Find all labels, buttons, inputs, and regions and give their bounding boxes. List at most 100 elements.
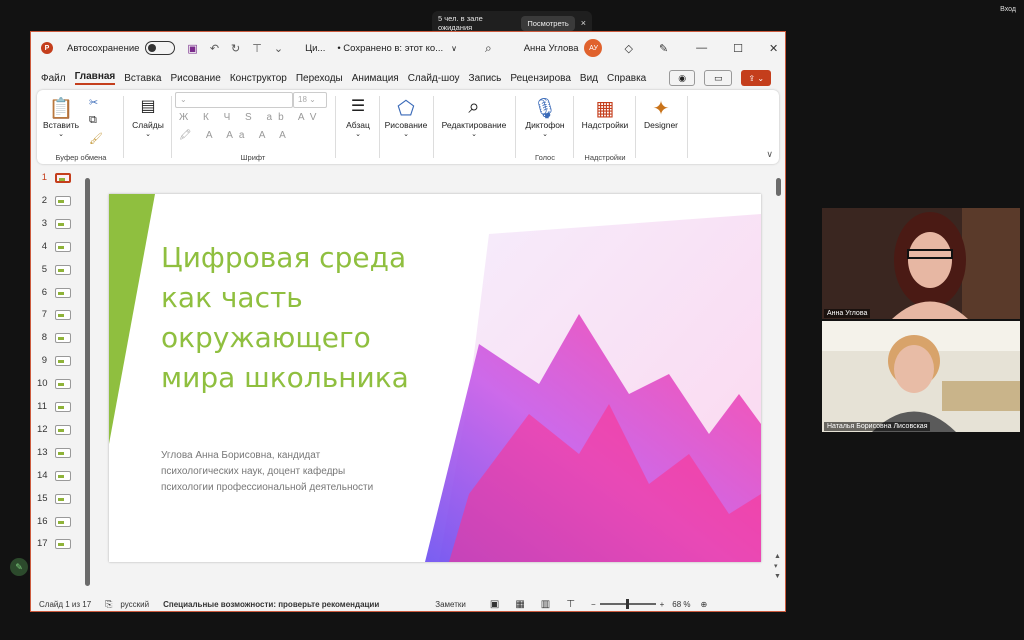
slide-thumbnail[interactable]: 11 <box>31 401 81 413</box>
slide-thumbnails-panel: 1 2 3 4 5 6 7 8 9 10 11 12 13 14 15 16 17 <box>31 172 93 582</box>
cut-icon[interactable]: ✂ <box>89 96 98 109</box>
tab-3[interactable]: Рисование <box>170 73 220 84</box>
slide-thumbnail[interactable]: 1 <box>31 172 81 184</box>
tab-5[interactable]: Переходы <box>296 73 343 84</box>
slide-thumbnail[interactable]: 4 <box>31 241 81 253</box>
slide-thumbnail[interactable]: 16 <box>31 516 81 528</box>
slide-thumbnail[interactable]: 9 <box>31 355 81 367</box>
drawing-button[interactable]: ⬠ Рисование ⌄ <box>381 96 431 138</box>
copy-icon[interactable]: ⧉ <box>89 114 97 127</box>
tab-1[interactable]: Главная <box>74 71 116 85</box>
close-window-icon[interactable]: ✕ <box>769 42 778 55</box>
record-icon[interactable]: ◉ <box>669 70 696 86</box>
close-icon[interactable]: × <box>581 18 586 28</box>
slide-thumbnail[interactable]: 15 <box>31 493 81 505</box>
document-name[interactable]: Ци... <box>305 43 325 54</box>
tab-0[interactable]: Файл <box>41 73 66 84</box>
zoom-slider[interactable] <box>599 599 656 609</box>
voice-group: 🎙 Диктофон ⌄ Голос <box>517 90 573 164</box>
fit-slide-icon[interactable]: ⊕ <box>701 600 708 609</box>
view-buttons[interactable]: ▣▦▥⊤ <box>490 599 591 610</box>
language[interactable]: русский <box>120 600 149 609</box>
thumbnails-scrollbar[interactable] <box>85 178 90 586</box>
avatar[interactable]: АУ <box>584 39 603 57</box>
tab-6[interactable]: Анимация <box>352 73 399 84</box>
format-painter-icon[interactable]: 🖌 <box>89 132 103 145</box>
paste-button[interactable]: 📋 Вставить ⌄ <box>41 96 81 138</box>
zoom-level[interactable]: 68 % <box>672 600 690 609</box>
slide-thumbnail[interactable]: 7 <box>31 309 81 321</box>
slide-thumbnail[interactable]: 2 <box>31 195 81 207</box>
slide-title[interactable]: Цифровая среда как часть окружающего мира ш… <box>161 238 461 398</box>
user-name[interactable]: Анна Углова <box>524 43 579 54</box>
editing-button[interactable]: ⌕ Редактирование ⌄ <box>435 96 513 138</box>
diamond-icon[interactable]: ◇ <box>624 42 632 55</box>
slide-scroll-arrows[interactable]: ▲ ▾ ▼ <box>774 552 781 582</box>
slide-preview <box>55 470 71 481</box>
slide-thumbnail[interactable]: 12 <box>31 424 81 436</box>
divider <box>335 96 336 158</box>
slide-thumbnail[interactable]: 10 <box>31 378 81 390</box>
video-tile[interactable]: Наталья Борисовна Лисовская <box>822 321 1020 432</box>
autosave-toggle[interactable] <box>145 41 176 55</box>
minimize-icon[interactable]: — <box>696 42 707 54</box>
tab-8[interactable]: Запись <box>469 73 502 84</box>
save-status[interactable]: • Сохранено в: этот ко... <box>337 43 443 54</box>
format-buttons-row2[interactable]: 🖍 A Aa A A <box>179 130 292 141</box>
designer-button[interactable]: ✦ Designer <box>637 96 685 130</box>
zoom-in-icon[interactable]: + <box>660 600 665 609</box>
redo-icon[interactable]: ↻ <box>231 42 240 55</box>
divider <box>515 96 516 158</box>
slide-thumbnail[interactable]: 3 <box>31 218 81 230</box>
login-button[interactable]: Вход <box>1000 6 1016 13</box>
autosave-label: Автосохранение <box>67 42 140 54</box>
font-size-select[interactable]: 18 ⌄ <box>293 92 327 108</box>
share-icon[interactable]: ⇪ ⌄ <box>741 70 772 86</box>
tab-7[interactable]: Слайд-шоу <box>408 73 460 84</box>
chevron-down-icon: ⌄ <box>471 131 477 138</box>
tab-10[interactable]: Вид <box>580 73 598 84</box>
tab-11[interactable]: Справка <box>607 73 646 84</box>
slide-thumbnail[interactable]: 17 <box>31 538 81 550</box>
paragraph-button[interactable]: ☰ Абзац ⌄ <box>337 96 379 138</box>
maximize-icon[interactable]: ☐ <box>733 42 743 55</box>
format-buttons[interactable]: Ж К Ч S ab AV <box>179 112 322 123</box>
view-waiting-room-button[interactable]: Посмотреть <box>521 15 575 31</box>
collapse-ribbon-icon[interactable]: ∨ <box>766 149 773 160</box>
pen-icon[interactable]: ✎ <box>659 42 668 55</box>
zoom-out-icon[interactable]: − <box>591 600 596 609</box>
tab-4[interactable]: Конструктор <box>230 73 287 84</box>
face <box>894 345 934 393</box>
slide-thumbnail[interactable]: 8 <box>31 332 81 344</box>
slide-subtitle[interactable]: Углова Анна Борисовна, кандидат психологи… <box>161 448 431 496</box>
chevron-down-icon: ⌄ <box>403 131 409 138</box>
accessibility-status[interactable]: Специальные возможности: проверьте реком… <box>163 600 379 609</box>
chevron-down-icon[interactable]: ∨ <box>451 44 457 53</box>
tab-9[interactable]: Рецензирова <box>510 73 571 84</box>
slide-thumbnail[interactable]: 14 <box>31 470 81 482</box>
slide-thumbnail[interactable]: 6 <box>31 287 81 299</box>
addins-button[interactable]: ▦ Надстройки <box>577 96 633 130</box>
undo-icon[interactable]: ↶ <box>210 42 219 55</box>
slide-thumbnail[interactable]: 5 <box>31 264 81 276</box>
search-icon: ⌕ <box>468 96 480 118</box>
divider <box>379 96 380 158</box>
customize-chevron-icon[interactable]: ⌄ <box>274 42 283 55</box>
slides-button[interactable]: ▤ Слайды ⌄ <box>125 96 171 138</box>
search-icon[interactable]: ⌕ <box>485 41 492 56</box>
slide-scrollbar[interactable] <box>776 178 781 196</box>
clipboard-icon: 📋 <box>48 98 74 120</box>
font-family-select[interactable]: ⌄ <box>175 92 293 108</box>
spelling-icon[interactable]: ⎘ <box>105 599 112 610</box>
save-icon[interactable]: ▣ <box>187 42 197 55</box>
participant-video <box>822 321 1020 432</box>
tab-2[interactable]: Вставка <box>124 73 161 84</box>
slide-canvas[interactable]: Цифровая среда как часть окружающего мира ш… <box>109 194 761 562</box>
present-icon[interactable]: ⊤ <box>252 42 262 55</box>
video-tile[interactable]: Анна Углова <box>822 208 1020 319</box>
notes-button[interactable]: Заметки <box>435 600 466 609</box>
annotate-pencil-icon[interactable]: ✎ <box>10 558 28 576</box>
slide-thumbnail[interactable]: 13 <box>31 447 81 459</box>
dictate-button[interactable]: 🎙 Диктофон ⌄ <box>519 96 571 138</box>
comment-icon[interactable]: ▭ <box>704 70 733 86</box>
